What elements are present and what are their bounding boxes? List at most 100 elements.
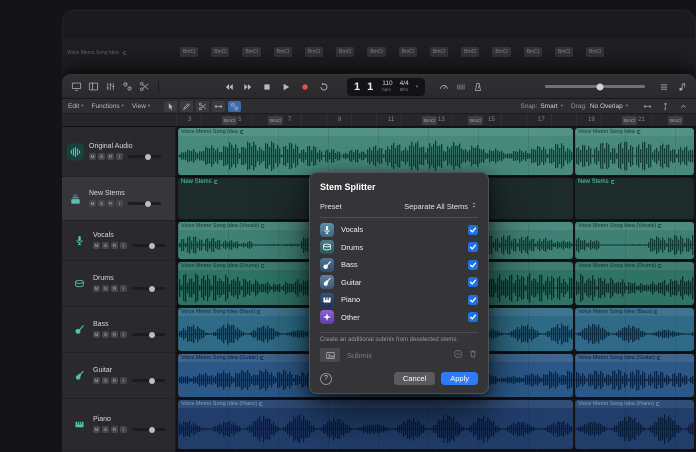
lcd-display[interactable]: 1 1 110 bpm 4/4 8ths ▾ [347,77,426,96]
tuner-icon[interactable] [437,80,451,94]
master-volume-slider[interactable] [545,80,645,94]
track-m-button[interactable]: M [89,153,96,160]
stem-checkbox[interactable] [468,294,478,305]
track-m-button[interactable]: M [93,285,100,292]
background-region-chip[interactable]: BmCl [242,47,261,57]
scissors-tool-button[interactable] [196,100,210,112]
stem-checkbox[interactable] [468,242,478,253]
track-volume-slider[interactable] [132,377,165,384]
region-piano[interactable]: Voice Memo Song Idea (Piano) [178,400,573,449]
track-volume-slider[interactable] [128,153,161,160]
background-region-chip[interactable]: BmCl [523,47,542,57]
snap-control[interactable]: Snap: Smart ▾ [520,103,563,110]
trash-icon[interactable] [468,346,478,364]
edit-menu[interactable]: Edit ▾ [68,103,83,110]
rewind-button[interactable] [222,80,236,94]
collapse-icon[interactable] [676,99,690,113]
track-r-button[interactable]: R [107,153,114,160]
ruler-marker-chip[interactable]: BmCl [468,116,483,125]
background-region-chip[interactable]: BmCl [398,47,417,57]
chevron-down-icon[interactable]: ▾ [416,84,419,90]
track-volume-slider[interactable] [132,242,165,249]
drag-control[interactable]: Drag: No Overlap ▾ [571,103,628,110]
track-s-button[interactable]: S [98,200,105,207]
background-region-chip[interactable]: BmCl [211,47,230,57]
track-header-guitar[interactable]: Guitar M S R I [62,353,175,399]
track-m-button[interactable]: M [93,242,100,249]
vertical-zoom-icon[interactable] [658,99,672,113]
ruler-marker-chip[interactable]: BmCl [222,116,237,125]
notes-icon[interactable] [675,80,689,94]
track-r-button[interactable]: R [107,200,114,207]
cycle-button[interactable] [317,80,331,94]
view-menu[interactable]: View ▾ [132,103,150,110]
background-region-chip[interactable]: BmCl [304,47,324,57]
track-i-button[interactable]: I [120,377,127,384]
automation-toggle-button[interactable] [228,100,242,112]
record-button[interactable] [298,80,312,94]
cancel-button[interactable]: Cancel [393,372,436,385]
track-r-button[interactable]: R [111,242,118,249]
track-i-button[interactable]: I [120,285,127,292]
ruler-marker-chip[interactable]: BmCl [268,116,283,125]
forward-button[interactable] [241,80,255,94]
preset-popup[interactable]: Separate All Stems [404,201,478,211]
zoom-tool-button[interactable] [212,100,226,112]
metronome-icon[interactable] [471,80,485,94]
background-region-chip[interactable]: BmCl [586,47,605,57]
track-volume-slider[interactable] [132,285,165,292]
track-s-button[interactable]: S [102,377,109,384]
track-i-button[interactable]: I [120,242,127,249]
region-piano[interactable]: Voice Memo Song Idea (Piano) [575,400,694,449]
track-i-button[interactable]: I [120,331,127,338]
track-volume-slider[interactable] [132,331,165,338]
stem-checkbox[interactable] [468,224,478,235]
inspector-icon[interactable] [86,80,100,94]
track-header-bass[interactable]: Bass M S R I [62,307,175,353]
background-region-chip[interactable]: BmCl [429,47,449,57]
track-header-piano[interactable]: Piano M S R I [62,399,175,451]
track-i-button[interactable]: I [116,200,123,207]
track-header-drums[interactable]: Drums M S R I [62,261,175,307]
volume-knob[interactable] [596,83,604,90]
background-region-chip[interactable]: BmCl [336,47,355,57]
region-original-audio[interactable]: Voice Memo Song Idea [575,128,694,175]
stem-checkbox[interactable] [468,312,478,323]
count-in-icon[interactable] [454,80,468,94]
quick-help-icon[interactable] [69,80,83,94]
background-region-chip[interactable]: BmCl [367,47,386,57]
functions-menu[interactable]: Functions ▾ [91,103,123,110]
region-bass[interactable]: Voice Memo Song Idea (Bass) [575,308,694,351]
background-region-chip[interactable]: BmCl [554,47,574,57]
track-r-button[interactable]: R [111,331,118,338]
track-volume-slider[interactable] [128,200,161,207]
smart-controls-icon[interactable] [120,80,134,94]
region-new-stems[interactable]: New Stems [575,178,694,219]
ruler-marker-chip[interactable]: BmCl [422,116,437,125]
pencil-tool-button[interactable] [180,100,194,112]
horizontal-zoom-icon[interactable] [640,99,654,113]
track-i-button[interactable]: I [116,153,123,160]
stop-button[interactable] [260,80,274,94]
track-r-button[interactable]: R [111,426,118,433]
apply-button[interactable]: Apply [441,372,478,385]
ruler-marker-chip[interactable]: BmCl [622,116,637,125]
track-header-new-stems[interactable]: New Stems M S R I [62,177,175,221]
track-m-button[interactable]: M [93,426,100,433]
track-volume-slider[interactable] [132,426,165,433]
pointer-tool-button[interactable] [164,100,178,112]
track-m-button[interactable]: M [93,331,100,338]
play-button[interactable] [279,80,293,94]
editors-icon[interactable] [137,80,151,94]
track-s-button[interactable]: S [102,331,109,338]
background-region-chip[interactable]: BmCl [180,47,199,57]
remove-submix-icon[interactable] [453,346,463,364]
background-region-chip[interactable]: BmCl [273,47,292,57]
track-s-button[interactable]: S [98,153,105,160]
ruler-marker-chip[interactable]: BmCl [668,116,683,125]
timeline-ruler[interactable]: 3 5 7 9 11 13 15 17 19 21 BmCl BmCl BmCl BmCl BmCl BmCl [62,114,696,127]
region-guitar[interactable]: Voice Memo Song Idea (Guitar) [575,354,694,397]
track-header-vocals[interactable]: Vocals M S R I [62,221,175,261]
track-s-button[interactable]: S [102,285,109,292]
region-vocals[interactable]: Voice Memo Song Idea (Vocals) [575,222,694,259]
